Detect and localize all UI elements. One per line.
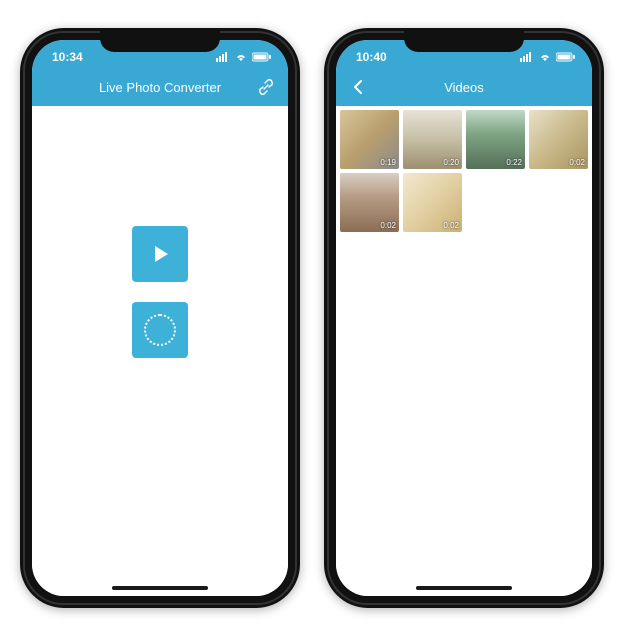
titlebar: Videos — [336, 68, 592, 106]
video-thumbnail[interactable]: 0:02 — [529, 110, 588, 169]
notch — [100, 28, 220, 52]
video-thumbnail[interactable]: 0:22 — [466, 110, 525, 169]
live-photo-button[interactable] — [132, 302, 188, 358]
wifi-icon — [234, 52, 248, 62]
phone-mockup-right: 10:40 Videos — [324, 28, 604, 608]
home-indicator — [416, 586, 512, 590]
home-indicator — [112, 586, 208, 590]
notch — [404, 28, 524, 52]
content-area: 0:19 0:20 0:22 0:02 0:02 0:02 — [336, 106, 592, 596]
status-time: 10:34 — [52, 50, 83, 64]
video-thumbnail[interactable]: 0:02 — [403, 173, 462, 232]
navbar-title: Videos — [444, 80, 484, 95]
battery-icon — [252, 52, 272, 62]
battery-icon — [556, 52, 576, 62]
video-thumbnail[interactable]: 0:20 — [403, 110, 462, 169]
actions-column — [132, 226, 188, 358]
video-duration: 0:02 — [443, 221, 459, 230]
video-duration: 0:22 — [506, 158, 522, 167]
phone-mockup-left: 10:34 Live Photo Converter — [20, 28, 300, 608]
status-right — [216, 52, 272, 62]
video-duration: 0:02 — [569, 158, 585, 167]
wifi-icon — [538, 52, 552, 62]
screen: 10:34 Live Photo Converter — [32, 40, 288, 596]
content-area — [32, 106, 288, 596]
play-button[interactable] — [132, 226, 188, 282]
status-right — [520, 52, 576, 62]
link-button[interactable] — [256, 77, 276, 97]
video-thumbnail[interactable]: 0:19 — [340, 110, 399, 169]
video-duration: 0:19 — [380, 158, 396, 167]
video-duration: 0:20 — [443, 158, 459, 167]
video-grid: 0:19 0:20 0:22 0:02 0:02 0:02 — [336, 106, 592, 236]
video-duration: 0:02 — [380, 221, 396, 230]
signal-icon — [520, 52, 534, 62]
status-time: 10:40 — [356, 50, 387, 64]
signal-icon — [216, 52, 230, 62]
screen: 10:40 Videos — [336, 40, 592, 596]
back-button[interactable] — [348, 77, 368, 97]
navbar-title: Live Photo Converter — [99, 80, 221, 95]
video-thumbnail[interactable]: 0:02 — [340, 173, 399, 232]
live-photo-icon — [144, 314, 176, 346]
titlebar: Live Photo Converter — [32, 68, 288, 106]
